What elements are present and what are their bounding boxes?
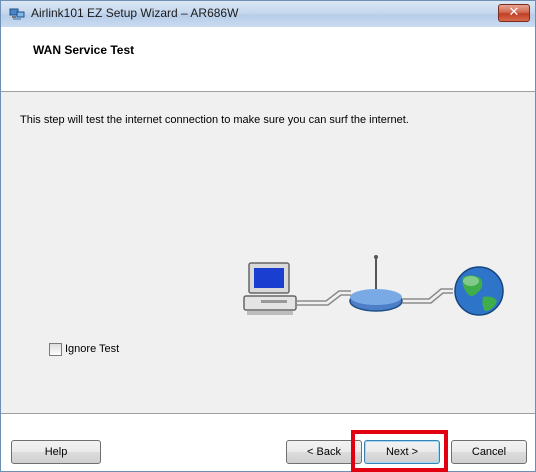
title-bar[interactable]: Airlink101 EZ Setup Wizard – AR686W ✕ xyxy=(1,1,535,28)
next-button-highlight xyxy=(351,430,448,472)
setup-wizard-window: Airlink101 EZ Setup Wizard – AR686W ✕ WA… xyxy=(0,0,536,472)
cancel-button[interactable]: Cancel xyxy=(451,440,527,464)
step-description: This step will test the internet connect… xyxy=(20,114,409,126)
help-button[interactable]: Help xyxy=(11,440,101,464)
wizard-header: WAN Service Test xyxy=(1,27,535,92)
ignore-test-checkbox[interactable] xyxy=(49,343,62,356)
globe-icon xyxy=(454,266,504,316)
cable-right xyxy=(402,288,453,304)
network-app-icon xyxy=(9,8,25,20)
cable-left xyxy=(297,290,351,306)
connection-illustration xyxy=(243,255,504,316)
window-title: Airlink101 EZ Setup Wizard – AR686W xyxy=(31,6,239,20)
computer-icon xyxy=(243,262,297,315)
router-icon xyxy=(349,255,403,312)
ignore-test-label: Ignore Test xyxy=(65,343,120,355)
close-icon: ✕ xyxy=(508,5,520,20)
wizard-body: This step will test the internet connect… xyxy=(1,92,535,414)
page-title: WAN Service Test xyxy=(33,43,135,57)
close-button[interactable]: ✕ xyxy=(498,4,530,22)
